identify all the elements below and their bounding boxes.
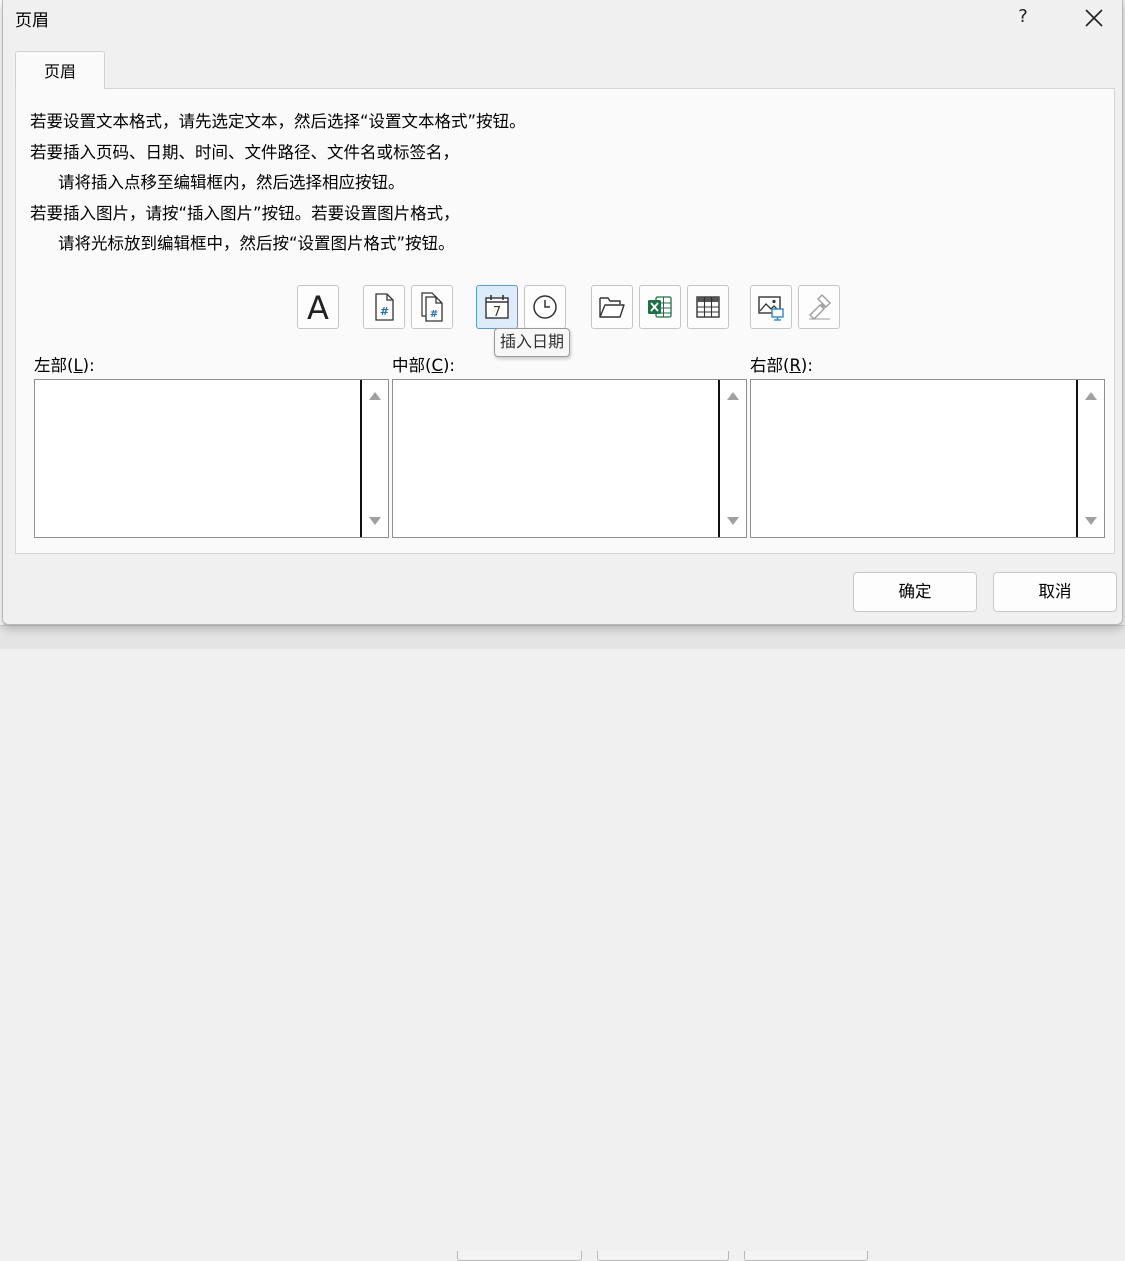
background-button — [457, 1251, 582, 1261]
clock-icon — [533, 295, 557, 319]
format-text-button[interactable]: A — [297, 285, 339, 329]
font-a-icon: A — [307, 290, 329, 324]
tab-panel: 若要设置文本格式，请先选定文本，然后选择“设置文本格式”按钮。 若要插入页码、日… — [15, 88, 1115, 554]
insert-file-path-button[interactable] — [591, 285, 633, 329]
folder-open-icon — [599, 297, 625, 318]
right-section-label: 右部(R): — [750, 356, 813, 375]
insert-date-button[interactable]: 7 — [476, 285, 518, 329]
insert-date-tooltip: 插入日期 — [494, 328, 571, 357]
picture-icon — [758, 296, 784, 321]
calendar-icon: 7 — [485, 295, 509, 320]
scroll-down-arrow-icon[interactable] — [727, 517, 739, 525]
svg-text:A: A — [307, 290, 329, 324]
ok-button[interactable]: 确定 — [853, 572, 977, 612]
page-number-icon: # — [375, 293, 394, 321]
help-button[interactable]: ? — [1011, 4, 1035, 30]
svg-text:7: 7 — [493, 305, 501, 320]
center-section-editbox[interactable] — [392, 379, 747, 538]
format-picture-button[interactable] — [798, 285, 840, 329]
instruction-line: 若要插入页码、日期、时间、文件路径、文件名或标签名， — [30, 142, 459, 162]
background-button — [597, 1251, 729, 1261]
scrollbar[interactable] — [360, 380, 388, 537]
scroll-up-arrow-icon[interactable] — [369, 392, 381, 400]
insert-sheet-name-button[interactable] — [687, 285, 729, 329]
close-icon — [1085, 9, 1103, 27]
instruction-line: 若要插入图片，请按“插入图片”按钮。若要设置图片格式， — [30, 203, 460, 223]
excel-icon — [648, 296, 672, 318]
page-count-icon: # — [421, 292, 443, 322]
instruction-line: 请将光标放到编辑框中，然后按“设置图片格式”按钮。 — [58, 234, 455, 253]
background-sheet — [0, 625, 1125, 1261]
svg-text:#: # — [380, 305, 389, 318]
instruction-line: 请将插入点移至编辑框内，然后选择相应按钮。 — [58, 173, 405, 192]
insert-file-name-button[interactable] — [639, 285, 681, 329]
title-bar: 页眉 ? — [3, 0, 1122, 36]
scroll-up-arrow-icon[interactable] — [1085, 392, 1097, 400]
format-picture-icon — [809, 294, 831, 320]
right-section-editbox[interactable] — [750, 379, 1105, 538]
close-button[interactable] — [1079, 4, 1109, 30]
background-button — [744, 1251, 868, 1261]
left-section-label: 左部(L): — [34, 356, 95, 375]
scrollbar[interactable] — [718, 380, 746, 537]
dialog-title: 页眉 — [15, 11, 49, 31]
center-section-label: 中部(C): — [392, 356, 455, 375]
svg-text:#: # — [430, 309, 438, 320]
instructions: 若要设置文本格式，请先选定文本，然后选择“设置文本格式”按钮。 若要插入页码、日… — [30, 107, 526, 260]
scroll-up-arrow-icon[interactable] — [727, 392, 739, 400]
scrollbar[interactable] — [1076, 380, 1104, 537]
scroll-down-arrow-icon[interactable] — [1085, 517, 1097, 525]
tab-header[interactable]: 页眉 — [15, 51, 105, 89]
scroll-down-arrow-icon[interactable] — [369, 517, 381, 525]
insert-page-number-button[interactable]: # — [363, 285, 405, 329]
instruction-line: 若要设置文本格式，请先选定文本，然后选择“设置文本格式”按钮。 — [30, 112, 526, 131]
insert-page-count-button[interactable]: # — [411, 285, 453, 329]
cancel-button[interactable]: 取消 — [993, 572, 1117, 612]
table-icon — [696, 296, 720, 318]
insert-time-button[interactable] — [524, 285, 566, 329]
insert-picture-button[interactable] — [750, 285, 792, 329]
header-dialog: 页眉 ? 页眉 若要设置文本格式，请先选定文本，然后选择“设置文本格式”按钮。 … — [2, 0, 1123, 625]
left-section-editbox[interactable] — [34, 379, 389, 538]
